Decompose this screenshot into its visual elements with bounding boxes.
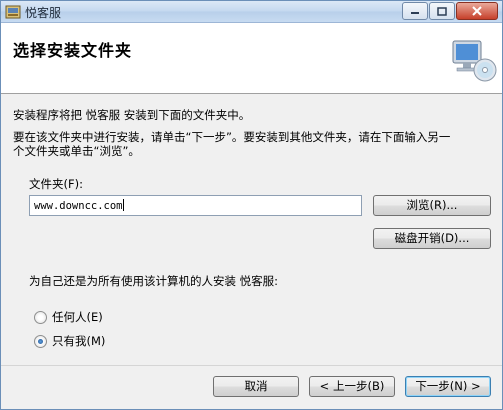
window-title: 悦客服 (25, 6, 62, 20)
disk-cost-button[interactable]: 磁盘开销(D)... (373, 228, 491, 249)
maximize-icon (437, 6, 447, 16)
computer-cd-icon (452, 40, 497, 82)
app-icon (5, 5, 21, 19)
page-title: 选择安装文件夹 (13, 41, 133, 60)
title-bar[interactable]: 悦客服 (1, 1, 502, 23)
radio-everyone[interactable]: 任何人(E) (34, 310, 103, 325)
radio-only-me[interactable]: 只有我(M) (34, 334, 105, 349)
minimize-icon (411, 12, 419, 14)
footer-divider (1, 365, 502, 366)
radio-label-only-me: 只有我(M) (52, 334, 106, 348)
instruction-text-line1: 要在该文件夹中进行安装，请单击“下一步”。要安装到其他文件夹，请在下面输入另一 (13, 130, 451, 144)
back-button[interactable]: < 上一步(B) (309, 376, 395, 397)
text-caret (122, 199, 124, 211)
window-controls (401, 2, 498, 20)
radio-button-only-me[interactable] (34, 335, 47, 348)
folder-path-value: www.downcc.com (34, 200, 123, 212)
cancel-button[interactable]: 取消 (213, 376, 299, 397)
folder-label: 文件夹(F): (29, 177, 83, 191)
instruction-text-line2: 个文件夹或单击“浏览”。 (13, 144, 140, 158)
browse-button[interactable]: 浏览(R)... (373, 195, 491, 216)
radio-button-everyone[interactable] (34, 311, 47, 324)
close-button[interactable] (456, 2, 498, 20)
maximize-button[interactable] (429, 2, 455, 20)
intro-text: 安装程序将把 悦客服 安装到下面的文件夹中。 (13, 108, 251, 122)
header-band: 选择安装文件夹 (1, 23, 502, 94)
close-icon (472, 6, 482, 16)
next-button[interactable]: 下一步(N) > (405, 376, 491, 397)
install-for-question: 为自己还是为所有使用该计算机的人安装 悦客服: (29, 274, 279, 288)
folder-path-input[interactable]: www.downcc.com (29, 195, 362, 216)
minimize-button[interactable] (402, 2, 428, 20)
radio-label-everyone: 任何人(E) (52, 310, 103, 324)
installer-window: 悦客服 选择安装文件夹 安装程序将把 悦客服 安装到下面的文件夹中。 要在该文件… (0, 0, 503, 410)
